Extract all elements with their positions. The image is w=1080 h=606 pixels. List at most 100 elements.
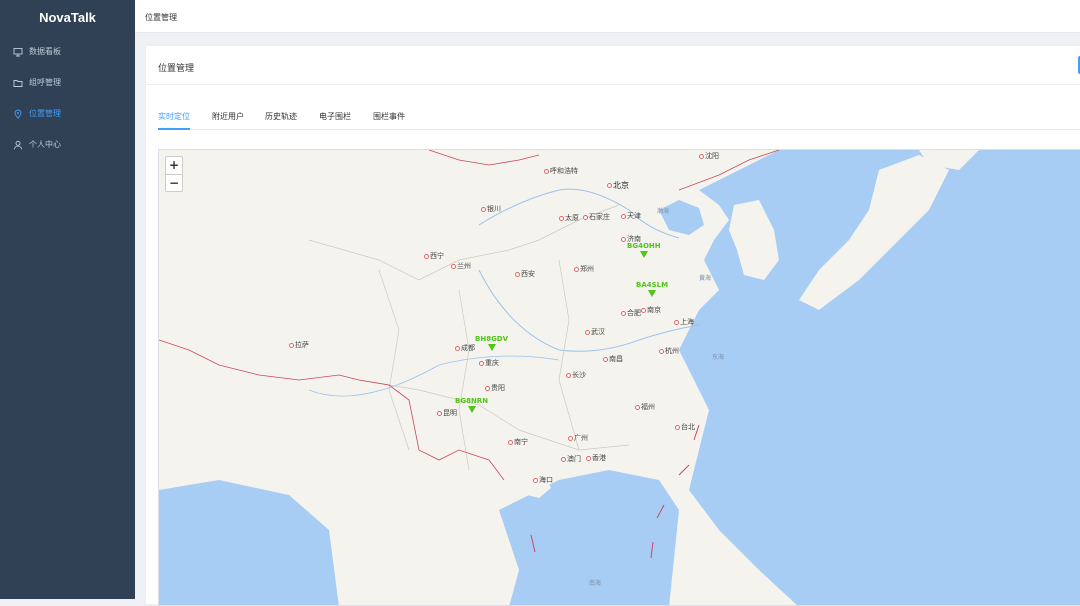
city-label: 合肥 <box>621 308 641 318</box>
device-marker[interactable]: BG8NRN <box>455 397 488 413</box>
breadcrumb: 位置管理 <box>145 13 177 22</box>
city-dot-icon <box>424 253 429 259</box>
city-dot-icon <box>289 342 294 348</box>
city-dot-icon <box>559 215 564 221</box>
city-label: 南宁 <box>508 437 528 447</box>
city-dot-icon <box>533 477 538 483</box>
marker-pin-icon <box>487 344 496 351</box>
city-label: 沈阳 <box>699 151 719 161</box>
tab-geofence[interactable]: 电子围栏 <box>319 112 351 130</box>
device-marker-label: BG4OHH <box>627 242 661 250</box>
city-label: 香港 <box>586 453 606 463</box>
city-label: 太原 <box>559 213 579 223</box>
city-label: 武汉 <box>585 327 605 337</box>
city-label: 天津 <box>621 211 641 221</box>
city-dot-icon <box>455 345 460 351</box>
city-label: 南昌 <box>603 354 623 364</box>
marker-pin-icon <box>467 406 476 413</box>
city-dot-icon <box>437 410 442 416</box>
city-label: 成都 <box>455 343 475 353</box>
city-label: 郑州 <box>574 264 594 274</box>
user-icon <box>13 140 23 150</box>
city-label: 重庆 <box>479 358 499 368</box>
zoom-control: + − <box>165 156 183 192</box>
city-label: 贵阳 <box>485 383 505 393</box>
city-dot-icon <box>479 360 484 366</box>
city-label: 拉萨 <box>289 340 309 350</box>
marker-pin-icon <box>639 251 648 258</box>
tab-nearby-users[interactable]: 附近用户 <box>212 112 244 130</box>
card-header: 位置管理 <box>146 46 1080 85</box>
sea-label: 东海 <box>712 354 725 361</box>
zoom-in-button[interactable]: + <box>166 157 182 174</box>
city-label: 长沙 <box>566 370 586 380</box>
sidebar-item-label: 个人中心 <box>29 140 61 149</box>
sidebar: NovaTalk 数据看板 组呼管理 位置管理 个人中心 <box>0 0 135 599</box>
tab-fence-events[interactable]: 围栏事件 <box>373 112 405 130</box>
city-dot-icon <box>566 372 571 378</box>
device-marker[interactable]: BG4OHH <box>627 242 661 258</box>
city-label: 西安 <box>515 269 535 279</box>
city-dot-icon <box>621 310 626 316</box>
city-label: 杭州 <box>659 346 679 356</box>
device-marker-label: BA4SLM <box>636 281 669 289</box>
city-dot-icon <box>675 424 680 430</box>
top-bar: 位置管理 <box>135 0 1080 33</box>
sidebar-item-label: 数据看板 <box>29 47 61 56</box>
city-label: 银川 <box>481 204 501 214</box>
city-label: 南京 <box>641 305 661 315</box>
city-label: 北京 <box>607 180 629 191</box>
city-label: 广州 <box>568 433 588 443</box>
monitor-icon <box>13 47 23 57</box>
city-label: 上海 <box>674 317 694 327</box>
city-dot-icon <box>508 439 513 445</box>
device-marker-label: BH8GDV <box>475 335 509 343</box>
zoom-out-button[interactable]: − <box>166 174 182 191</box>
tab-bar: 实时定位 附近用户 历史轨迹 电子围栏 围栏事件 <box>158 112 1080 130</box>
city-dot-icon <box>674 319 679 325</box>
city-label: 昆明 <box>437 408 457 418</box>
city-label: 呼和浩特 <box>544 166 578 176</box>
city-label: 石家庄 <box>583 212 610 222</box>
city-dot-icon <box>583 214 588 220</box>
sidebar-item-dashboard[interactable]: 数据看板 <box>0 36 135 67</box>
city-dot-icon <box>561 456 566 462</box>
city-dot-icon <box>586 455 591 461</box>
city-dot-icon <box>621 236 626 242</box>
city-dot-icon <box>568 435 573 441</box>
app-logo: NovaTalk <box>39 10 96 25</box>
city-label: 兰州 <box>451 261 471 271</box>
sea-label: 黄海 <box>699 275 712 282</box>
location-icon <box>13 109 23 119</box>
sea-label: 南海 <box>589 580 602 587</box>
city-dot-icon <box>699 153 704 159</box>
marker-pin-icon <box>648 290 657 297</box>
tab-realtime-location[interactable]: 实时定位 <box>158 112 190 130</box>
city-dot-icon <box>585 329 590 335</box>
city-dot-icon <box>515 271 520 277</box>
sidebar-item-location[interactable]: 位置管理 <box>0 98 135 129</box>
city-dot-icon <box>641 307 646 313</box>
city-label: 澳门 <box>561 454 581 464</box>
sidebar-item-label: 位置管理 <box>29 109 61 118</box>
folder-icon <box>13 78 23 88</box>
sidebar-item-label: 组呼管理 <box>29 78 61 87</box>
device-marker[interactable]: BH8GDV <box>475 335 508 351</box>
city-label: 台北 <box>675 422 695 432</box>
page-title: 位置管理 <box>158 64 195 74</box>
tab-history-track[interactable]: 历史轨迹 <box>265 112 297 130</box>
sidebar-item-profile[interactable]: 个人中心 <box>0 129 135 160</box>
sidebar-item-group-call[interactable]: 组呼管理 <box>0 67 135 98</box>
city-label: 福州 <box>635 402 655 412</box>
city-dot-icon <box>481 206 486 212</box>
device-marker[interactable]: BA4SLM <box>636 281 668 297</box>
city-dot-icon <box>544 168 549 174</box>
map-background <box>159 150 1080 605</box>
device-marker-label: BG8NRN <box>455 397 489 405</box>
city-dot-icon <box>659 348 664 354</box>
sea-label: 渤海 <box>657 208 670 215</box>
city-dot-icon <box>607 183 612 188</box>
map-view[interactable]: + − 呼和浩特 沈阳 北京 银川 太原 石家庄 天津 济南 西宁 兰州 西安 … <box>158 149 1080 606</box>
city-dot-icon <box>485 385 490 391</box>
city-label: 海口 <box>533 475 553 485</box>
